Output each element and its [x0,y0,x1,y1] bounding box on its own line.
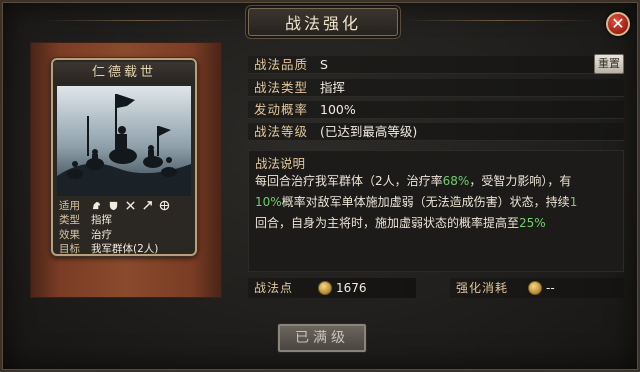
card-info-row-effect: 效果 治疗 [59,227,193,242]
card-info-key: 适用 [59,199,80,212]
skill-points-value: 1676 [336,281,367,295]
field-type: 战法类型 指挥 [248,79,624,97]
dialog-title: 战法强化 [248,8,398,36]
bow-icon [143,200,152,210]
card-info-key: 目标 [59,243,80,256]
skill-card-art [57,86,191,196]
field-label: 发动概率 [254,102,309,117]
coin-icon [318,281,332,295]
skill-points-bar: 战法点 1676 [248,278,416,298]
shield-icon [109,201,118,210]
card-info-row-adapt: 适用 [59,198,193,213]
field-value: (已达到最高等级) [320,124,418,139]
card-info-key: 类型 [59,214,80,227]
skill-card-name: 仁德载世 [53,62,195,84]
close-button[interactable]: ✕ [606,12,630,36]
upgrade-cost-bar: 强化消耗 -- [450,278,624,298]
adapt-icons [91,200,170,211]
boosted-chance-highlight: 25% [519,216,546,230]
description-text-part: ，受智力影响），有 [469,174,572,188]
field-value: S [320,57,328,72]
description-text-part: 概率对敌军单体施加虚弱（无法造成伤害）状态，持续 [281,195,570,209]
weaken-chance-highlight: 10% [255,195,282,209]
card-info-value: 治疗 [91,228,112,241]
field-trigger-rate: 发动概率 100% [248,101,624,119]
skill-points-label: 战法点 [254,281,294,295]
reset-button[interactable]: 重置 [594,54,624,74]
field-label: 战法等级 [254,124,309,139]
field-label: 战法品质 [254,57,309,72]
card-info-row-target: 目标 我军群体(2人) [59,242,193,256]
cavalry-icon [92,201,101,209]
heal-rate-highlight: 68% [442,174,470,188]
upgrade-cost-value: -- [546,281,555,295]
description-heading: 战法说明 [255,156,306,171]
card-info-key: 效果 [59,228,80,241]
skill-upgrade-dialog: 战法强化 ✕ 仁德载世 适用 类型 指挥 效果 治疗 目标 我军群体(2人) 战… [0,0,640,372]
field-value: 指挥 [320,80,346,95]
card-info-row-type: 类型 指挥 [59,213,193,228]
field-quality: 战法品质 S [248,56,624,74]
wheel-icon [159,200,170,211]
title-ornament-left [42,20,242,21]
card-info-value: 我军群体(2人) [91,243,159,256]
maxed-button[interactable]: 已满级 [278,324,366,352]
description-text-part: 回合，自身为主将时，施加虚弱状态的概率提高至 [255,216,520,230]
skill-card-info: 适用 类型 指挥 效果 治疗 目标 我军群体(2人) [59,198,193,256]
skill-card: 仁德载世 适用 类型 指挥 效果 治疗 目标 我军群体(2人) [51,58,197,256]
crossed-swords-icon [126,201,135,210]
field-label: 战法类型 [254,80,309,95]
description-text: 每回合治疗我军群体（2人，治疗率68%，受智力影响），有 10%概率对敌军单体施… [255,171,621,234]
upgrade-cost-label: 强化消耗 [456,281,509,295]
field-level: 战法等级 (已达到最高等级) [248,123,624,141]
card-info-value: 指挥 [91,214,112,227]
title-ornament-right [404,20,594,21]
description-box: 战法说明 每回合治疗我军群体（2人，治疗率68%，受智力影响），有 10%概率对… [248,150,624,272]
coin-icon [528,281,542,295]
duration-highlight: 1 [569,195,578,209]
description-text-part: 每回合治疗我军群体（2人，治疗率 [255,174,443,188]
field-value: 100% [320,102,356,117]
